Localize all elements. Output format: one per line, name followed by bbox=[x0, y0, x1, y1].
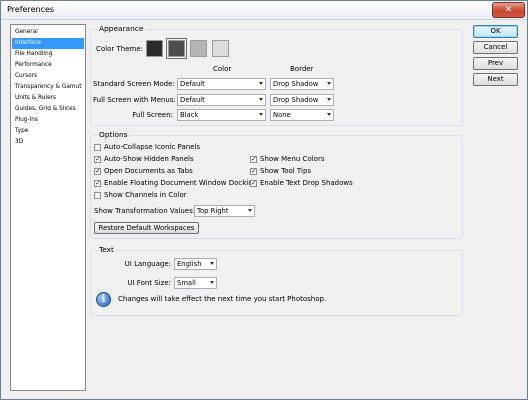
sidebar-item-guides-grid-slices[interactable]: Guides, Grid & Slices bbox=[12, 104, 84, 115]
options-title: Options bbox=[97, 130, 130, 139]
checkbox-box[interactable] bbox=[94, 155, 101, 163]
full-screen-menus-label: Full Screen with Menus: bbox=[93, 96, 176, 104]
chevron-down-icon bbox=[327, 98, 331, 101]
checkbox-box[interactable] bbox=[94, 167, 101, 175]
checkbox-box[interactable] bbox=[94, 192, 101, 199]
sidebar-item-3d[interactable]: 3D bbox=[12, 137, 84, 148]
theme-swatch-lightest[interactable] bbox=[212, 40, 229, 57]
chevron-down-icon bbox=[259, 98, 263, 101]
checkbox-label: Show Channels in Color bbox=[104, 191, 187, 199]
checkbox-label: Enable Floating Document Window Docking bbox=[104, 179, 258, 187]
checkbox-box[interactable] bbox=[94, 179, 101, 187]
category-list[interactable]: General Interface File Handling Performa… bbox=[10, 24, 86, 391]
theme-swatch-dark[interactable] bbox=[166, 38, 187, 59]
full-screen-menus-border-value: Drop Shadow bbox=[273, 96, 319, 104]
transform-values-select[interactable]: Top Right bbox=[194, 205, 255, 217]
checkbox-label: Auto-Collapse Iconic Panels bbox=[104, 143, 201, 151]
ui-font-size-select[interactable]: Small bbox=[174, 277, 217, 289]
full-screen-border-value: None bbox=[273, 111, 291, 119]
standard-screen-border-select[interactable]: Drop Shadow bbox=[270, 78, 334, 90]
next-button[interactable]: Next bbox=[473, 73, 518, 86]
chevron-down-icon bbox=[259, 113, 263, 116]
transform-values-value: Top Right bbox=[197, 207, 229, 215]
full-screen-menus-color-value: Default bbox=[180, 96, 205, 104]
standard-screen-mode-label: Standard Screen Mode: bbox=[93, 80, 175, 88]
checkbox-label: Show Menu Colors bbox=[260, 155, 325, 163]
restore-workspaces-button[interactable]: Restore Default Workspaces bbox=[94, 222, 199, 234]
color-theme-label: Color Theme: bbox=[96, 45, 144, 53]
appearance-title: Appearance bbox=[97, 24, 146, 33]
checkbox-label: Open Documents as Tabs bbox=[104, 167, 193, 175]
standard-screen-color-select[interactable]: Default bbox=[177, 78, 266, 90]
full-screen-border-select[interactable]: None bbox=[270, 109, 334, 121]
transform-values-label: Show Transformation Values: bbox=[94, 207, 196, 215]
sidebar-item-interface[interactable]: Interface bbox=[12, 38, 84, 49]
ui-language-value: English bbox=[177, 260, 202, 268]
prev-button[interactable]: Prev bbox=[473, 57, 518, 70]
chevron-down-icon bbox=[210, 262, 214, 265]
sidebar-item-performance[interactable]: Performance bbox=[12, 60, 84, 71]
theme-swatch-darkest[interactable] bbox=[146, 40, 163, 57]
sidebar-item-plug-ins[interactable]: Plug-Ins bbox=[12, 115, 84, 126]
checkbox-box[interactable] bbox=[250, 179, 257, 187]
text-group-title: Text bbox=[97, 245, 116, 254]
cancel-button[interactable]: Cancel bbox=[473, 41, 518, 54]
sidebar-item-file-handling[interactable]: File Handling bbox=[12, 49, 84, 60]
preferences-window: Preferences ✕ General Interface File Han… bbox=[0, 0, 528, 400]
sidebar-item-cursors[interactable]: Cursors bbox=[12, 71, 84, 82]
ui-language-label: UI Language: bbox=[124, 260, 171, 268]
chevron-down-icon bbox=[210, 281, 214, 284]
chevron-down-icon bbox=[259, 82, 263, 85]
border-column-header: Border bbox=[290, 65, 314, 73]
checkbox-box[interactable] bbox=[94, 144, 101, 151]
ui-font-size-value: Small bbox=[177, 279, 196, 287]
sidebar-item-type[interactable]: Type bbox=[12, 126, 84, 137]
color-column-header: Color bbox=[213, 65, 232, 73]
full-screen-label: Full Screen: bbox=[132, 111, 173, 119]
chevron-down-icon bbox=[248, 209, 252, 212]
info-icon: i bbox=[96, 292, 111, 307]
restart-note: Changes will take effect the next time y… bbox=[118, 295, 327, 303]
full-screen-color-select[interactable]: Black bbox=[177, 109, 266, 121]
sidebar-item-general[interactable]: General bbox=[12, 27, 84, 38]
full-screen-color-value: Black bbox=[180, 111, 199, 119]
checkbox-box[interactable] bbox=[250, 155, 257, 163]
standard-screen-color-value: Default bbox=[180, 80, 205, 88]
chevron-down-icon bbox=[327, 82, 331, 85]
theme-swatch-light[interactable] bbox=[190, 40, 207, 57]
checkbox-label: Auto-Show Hidden Panels bbox=[104, 155, 194, 163]
sidebar-item-units-rulers[interactable]: Units & Rulers bbox=[12, 93, 84, 104]
checkbox-label: Enable Text Drop Shadows bbox=[260, 179, 353, 187]
checkbox-box[interactable] bbox=[250, 167, 257, 175]
close-icon[interactable]: ✕ bbox=[492, 2, 525, 18]
standard-screen-border-value: Drop Shadow bbox=[273, 80, 319, 88]
sidebar-item-transparency-gamut[interactable]: Transparency & Gamut bbox=[12, 82, 84, 93]
ok-button[interactable]: OK bbox=[473, 25, 518, 38]
ui-language-select[interactable]: English bbox=[174, 258, 217, 270]
window-title: Preferences bbox=[7, 5, 55, 14]
checkbox-label: Show Tool Tips bbox=[260, 167, 312, 175]
title-bar[interactable]: Preferences ✕ bbox=[1, 1, 527, 20]
full-screen-menus-color-select[interactable]: Default bbox=[177, 94, 266, 106]
chevron-down-icon bbox=[327, 113, 331, 116]
ui-font-size-label: UI Font Size: bbox=[127, 279, 171, 287]
full-screen-menus-border-select[interactable]: Drop Shadow bbox=[270, 94, 334, 106]
